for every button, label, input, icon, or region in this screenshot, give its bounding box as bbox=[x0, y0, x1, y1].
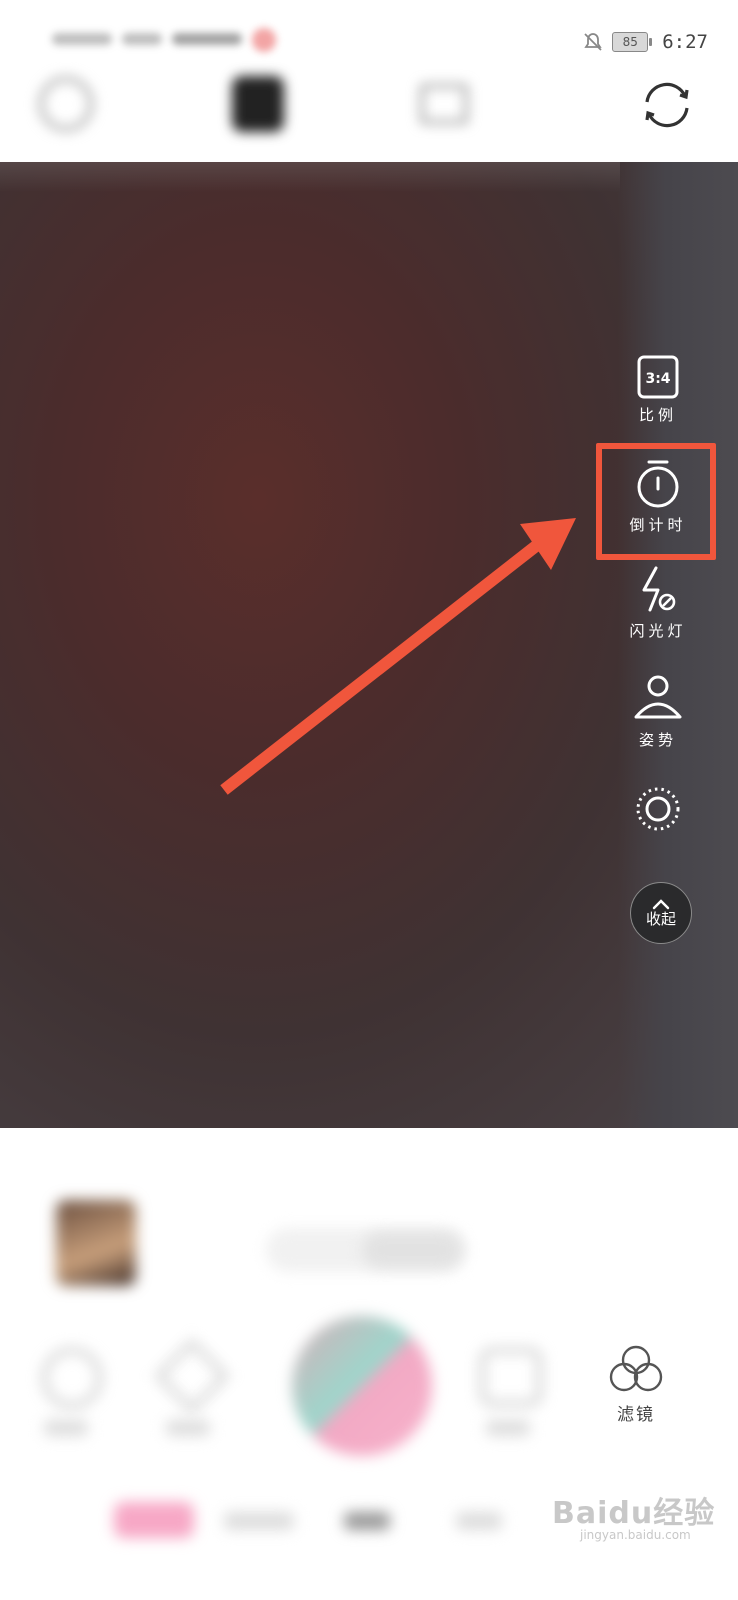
camera-top-bar bbox=[0, 70, 738, 160]
sticker-icon[interactable] bbox=[480, 1348, 542, 1406]
mode-tab[interactable] bbox=[456, 1512, 502, 1530]
makeup-label bbox=[166, 1420, 210, 1436]
makeup-icon[interactable] bbox=[155, 1339, 229, 1413]
pose-icon bbox=[634, 675, 682, 719]
beauty-icon[interactable] bbox=[42, 1348, 102, 1408]
collapse-tools-button[interactable]: 收起 bbox=[630, 882, 692, 944]
mode-icon[interactable] bbox=[232, 76, 284, 132]
beauty-label bbox=[44, 1420, 88, 1436]
battery-indicator: 85 bbox=[612, 32, 653, 52]
filter-icon bbox=[609, 1345, 663, 1392]
mode-tab[interactable] bbox=[344, 1512, 390, 1530]
pro-mode-button[interactable]: 专业 bbox=[608, 785, 708, 840]
pose-button[interactable]: 姿势 bbox=[608, 673, 708, 750]
flash-off-icon bbox=[642, 566, 676, 612]
flash-label: 闪光灯 bbox=[629, 622, 687, 640]
notification-area bbox=[52, 28, 276, 52]
status-bar: 85 6:27 bbox=[0, 0, 738, 80]
aspect-ratio-button[interactable]: 3:4 比例 bbox=[608, 354, 708, 425]
timer-highlight-box bbox=[596, 443, 716, 560]
clock: 6:27 bbox=[662, 31, 708, 53]
settings-icon[interactable] bbox=[38, 76, 94, 132]
mirror-icon[interactable] bbox=[420, 84, 468, 124]
mode-toggle-active[interactable] bbox=[362, 1232, 462, 1268]
aspect-ratio-value: 3:4 bbox=[645, 371, 670, 387]
mode-tab-active[interactable] bbox=[114, 1502, 194, 1538]
battery-level: 85 bbox=[622, 35, 638, 49]
mute-icon bbox=[584, 33, 602, 51]
filter-button[interactable]: 滤镜 bbox=[604, 1344, 668, 1425]
mode-tab[interactable] bbox=[224, 1512, 294, 1530]
flash-button[interactable]: 闪光灯 bbox=[608, 564, 708, 641]
pro-mode-icon bbox=[636, 787, 680, 831]
aspect-ratio-icon: 3:4 bbox=[637, 355, 679, 399]
watermark-brand: Baidu经验 bbox=[552, 1496, 716, 1531]
filter-label: 滤镜 bbox=[617, 1405, 655, 1425]
aspect-ratio-label: 比例 bbox=[638, 406, 677, 424]
sticker-label bbox=[486, 1420, 530, 1436]
camera-viewfinder[interactable] bbox=[0, 162, 738, 1128]
pose-label: 姿势 bbox=[638, 731, 677, 749]
baidu-watermark: Baidu经验 jingyan.baidu.com bbox=[552, 1488, 715, 1542]
shutter-button[interactable] bbox=[292, 1316, 432, 1456]
gallery-thumbnail[interactable] bbox=[56, 1200, 136, 1286]
collapse-label: 收起 bbox=[645, 909, 676, 928]
camera-switch-icon[interactable] bbox=[638, 76, 696, 134]
camera-bottom-panel: 滤镜 Baidu经验 jingyan.baidu.com bbox=[0, 1128, 738, 1600]
